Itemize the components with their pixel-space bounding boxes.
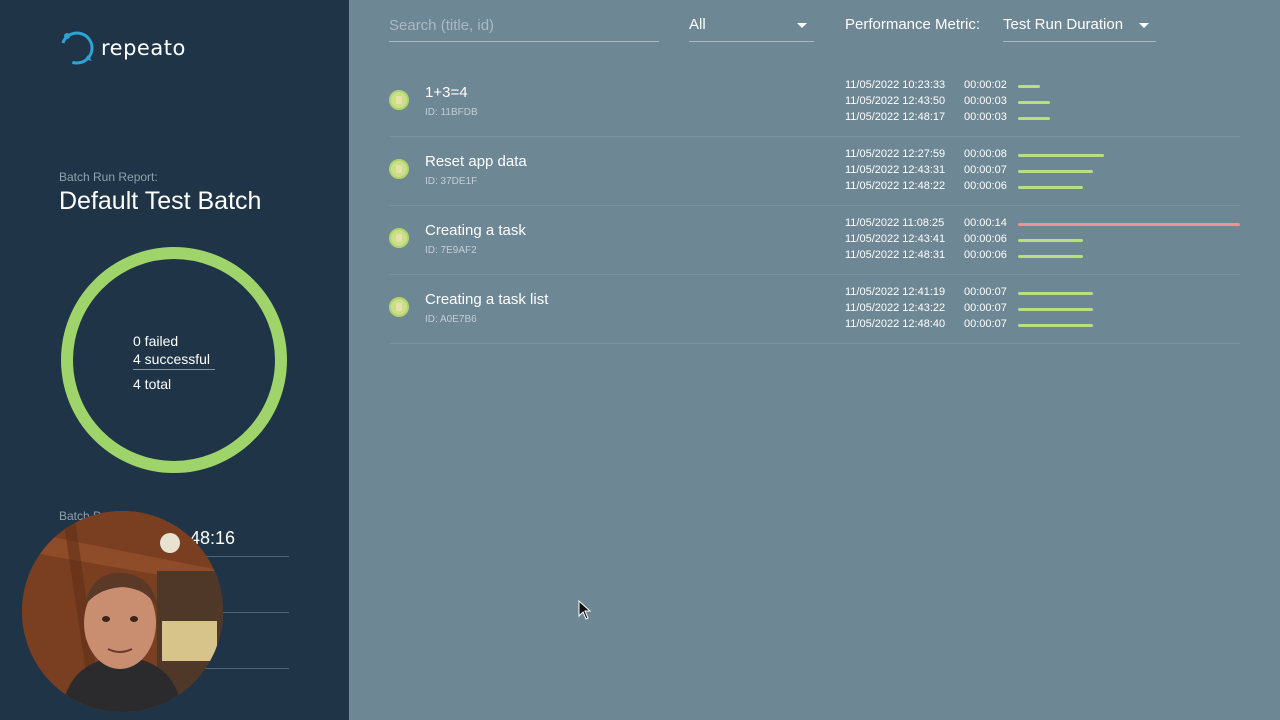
run-duration: 00:00:06 — [964, 180, 1007, 192]
test-thumbnail-icon — [389, 297, 409, 317]
run-duration: 00:00:06 — [964, 233, 1007, 245]
run-duration: 00:00:03 — [964, 111, 1007, 123]
run-duration-bar — [1018, 170, 1093, 173]
total-count: 4 total — [133, 376, 172, 392]
run-date: 11/05/2022 12:43:22 — [845, 302, 946, 314]
successful-count: 4 successful — [133, 351, 211, 367]
test-row[interactable]: Reset app data ID: 37DE1F 11/05/2022 12:… — [389, 137, 1240, 206]
test-id: ID: 37DE1F — [425, 176, 478, 187]
run-date: 11/05/2022 12:43:31 — [845, 164, 946, 176]
run-date: 11/05/2022 12:48:31 — [845, 249, 946, 261]
run-duration: 00:00:03 — [964, 95, 1007, 107]
test-thumbnail-icon — [389, 228, 409, 248]
run-date: 11/05/2022 12:43:41 — [845, 233, 946, 245]
test-name: Creating a task list — [425, 291, 549, 308]
test-id: ID: 7E9AF2 — [425, 245, 477, 256]
test-id: ID: 11BFDB — [425, 107, 478, 118]
logo: repeato — [59, 29, 186, 67]
run-duration: 00:00:06 — [964, 249, 1007, 261]
run-duration-bar — [1018, 154, 1104, 157]
status-filter-value: All — [689, 16, 706, 33]
chevron-down-icon — [797, 23, 807, 28]
run-duration-bar — [1018, 85, 1040, 88]
performance-metric-label: Performance Metric: — [845, 16, 981, 33]
search-field[interactable] — [389, 11, 659, 42]
performance-metric-value: Test Run Duration — [1003, 16, 1124, 33]
run-duration: 00:00:08 — [964, 148, 1007, 160]
run-duration-bar — [1018, 117, 1050, 120]
test-name: 1+3=4 — [425, 84, 468, 101]
performance-metric-select[interactable]: Test Run Duration — [1003, 11, 1156, 42]
sidebar: repeato Batch Run Report: Default Test B… — [0, 0, 349, 720]
run-duration-bar — [1018, 101, 1050, 104]
test-thumbnail-icon — [389, 159, 409, 179]
batch-title: Default Test Batch — [59, 187, 262, 215]
run-duration: 00:00:14 — [964, 217, 1007, 229]
run-date: 11/05/2022 10:23:33 — [845, 79, 946, 91]
run-date: 11/05/2022 12:48:22 — [845, 180, 946, 192]
run-duration: 00:00:02 — [964, 79, 1007, 91]
chevron-down-icon — [1139, 23, 1149, 28]
run-date: 11/05/2022 11:08:25 — [845, 217, 945, 229]
summary-divider — [133, 369, 215, 370]
logo-text: repeato — [101, 36, 186, 60]
run-duration-bar — [1018, 223, 1240, 226]
test-row[interactable]: 1+3=4 ID: 11BFDB 11/05/2022 10:23:33 00:0… — [389, 68, 1240, 137]
run-duration-bar — [1018, 255, 1083, 258]
presenter-video-icon — [22, 511, 223, 712]
run-duration-bar — [1018, 186, 1083, 189]
run-duration-bar — [1018, 308, 1093, 311]
test-row[interactable]: Creating a task ID: 7E9AF2 11/05/2022 11… — [389, 206, 1240, 275]
run-duration: 00:00:07 — [964, 164, 1007, 176]
batch-report-label: Batch Run Report: — [59, 170, 158, 184]
run-duration: 00:00:07 — [964, 286, 1007, 298]
run-duration-bar — [1018, 239, 1083, 242]
test-list: 1+3=4 ID: 11BFDB 11/05/2022 10:23:33 00:0… — [389, 68, 1240, 344]
mouse-cursor-icon — [578, 600, 592, 620]
failed-count: 0 failed — [133, 333, 179, 349]
test-name: Reset app data — [425, 153, 527, 170]
test-thumbnail-icon — [389, 90, 409, 110]
webcam-overlay — [22, 511, 223, 712]
search-input[interactable] — [389, 11, 659, 39]
run-date: 11/05/2022 12:27:59 — [845, 148, 946, 160]
run-duration-bar — [1018, 292, 1093, 295]
run-date: 11/05/2022 12:48:40 — [845, 318, 946, 330]
run-date: 11/05/2022 12:43:50 — [845, 95, 946, 107]
status-filter-select[interactable]: All — [689, 11, 814, 42]
test-id: ID: A0E7B6 — [425, 314, 477, 325]
donut-summary: 0 failed 4 successful 4 total — [133, 332, 215, 393]
run-duration: 00:00:07 — [964, 302, 1007, 314]
run-duration-bar — [1018, 324, 1093, 327]
run-date: 11/05/2022 12:41:19 — [845, 286, 946, 298]
test-name: Creating a task — [425, 222, 526, 239]
run-date: 11/05/2022 12:48:17 — [845, 111, 946, 123]
run-duration: 00:00:07 — [964, 318, 1007, 330]
repeato-logo-icon — [60, 31, 94, 65]
test-row[interactable]: Creating a task list ID: A0E7B6 11/05/20… — [389, 275, 1240, 344]
